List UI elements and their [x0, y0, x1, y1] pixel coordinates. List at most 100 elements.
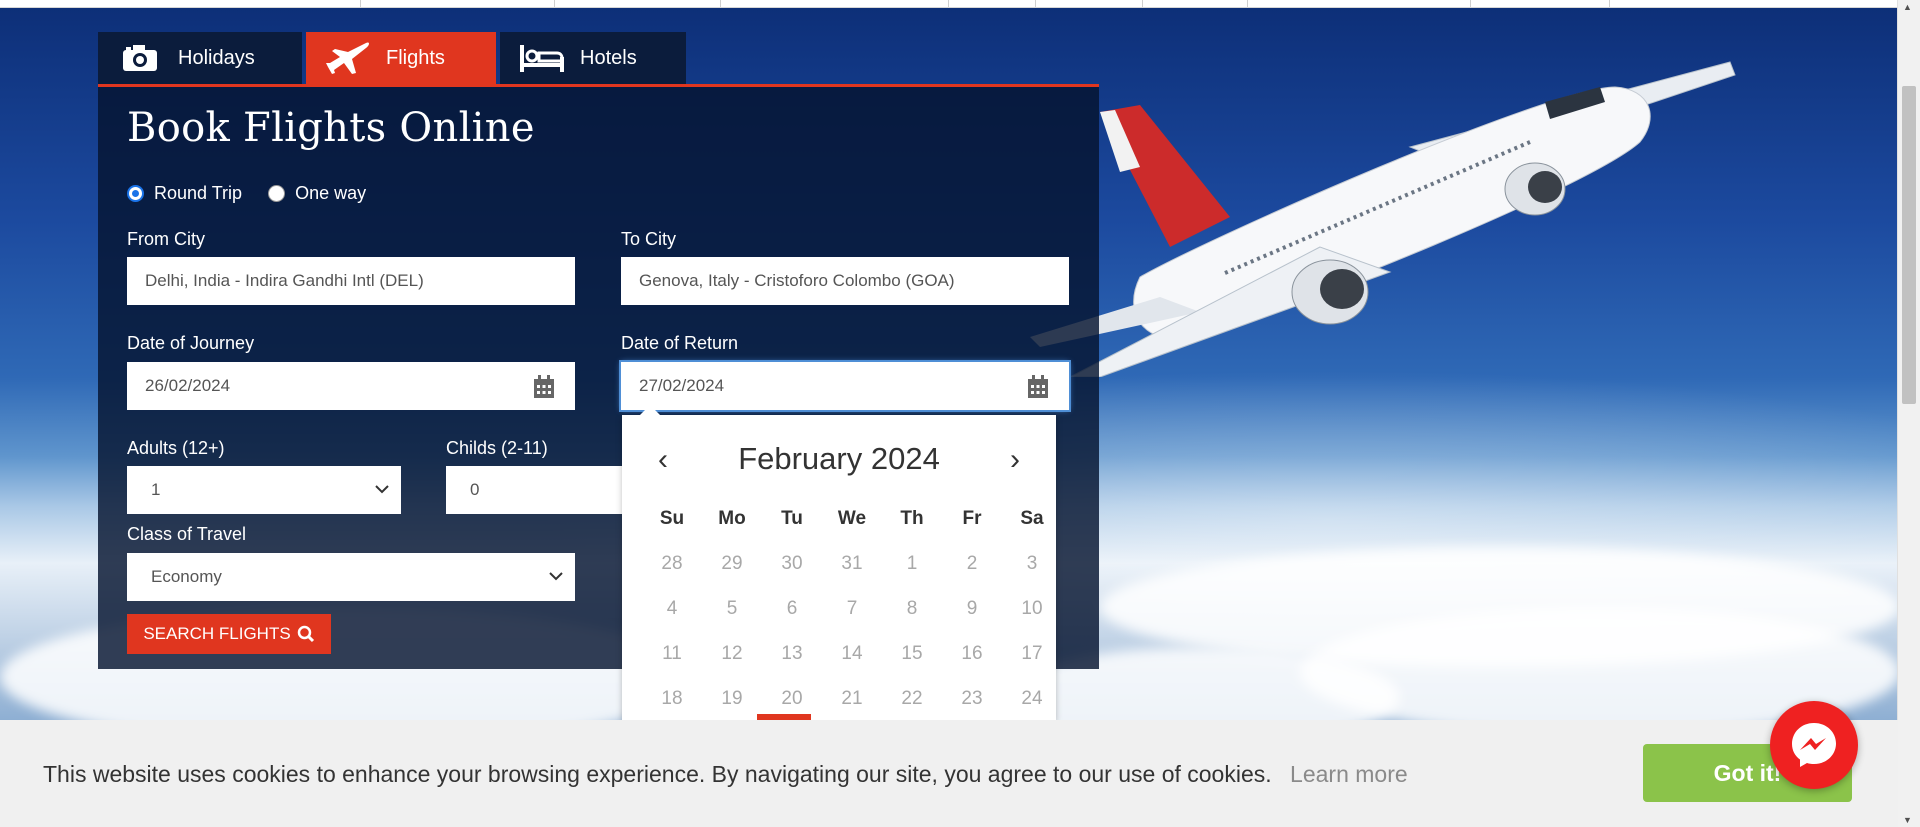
return-date-value: 27/02/2024 — [639, 376, 725, 395]
tab-holidays-label: Holidays — [178, 46, 255, 69]
day-cell[interactable]: 13 — [762, 643, 822, 665]
day-cell[interactable]: 29 — [702, 553, 762, 575]
camera-icon — [116, 43, 164, 73]
round-trip-label[interactable]: Round Trip — [154, 183, 242, 204]
calendar-icon[interactable] — [533, 375, 555, 404]
childs-value: 0 — [470, 480, 480, 499]
day-cell[interactable]: 22 — [882, 688, 942, 710]
week-row: 28 29 30 31 1 2 3 — [642, 541, 1062, 586]
journey-date-value: 26/02/2024 — [145, 376, 231, 395]
search-flights-button[interactable]: SEARCH FLIGHTS — [127, 614, 331, 654]
search-icon — [297, 625, 315, 643]
day-cell[interactable]: 11 — [642, 643, 702, 665]
class-of-travel-label: Class of Travel — [127, 524, 247, 544]
weekday-header-row: Su Mo Tu We Th Fr Sa — [642, 496, 1062, 541]
day-cell[interactable]: 2 — [942, 553, 1002, 575]
day-cell[interactable]: 30 — [762, 553, 822, 575]
journey-date-input[interactable]: 26/02/2024 — [127, 362, 575, 410]
airplane-icon — [324, 41, 372, 75]
day-cell[interactable]: 6 — [762, 598, 822, 620]
week-row: 18 19 20 21 22 23 24 — [642, 676, 1062, 721]
nav-divider — [1035, 0, 1036, 7]
messenger-icon — [1788, 719, 1840, 771]
day-cell[interactable]: 8 — [882, 598, 942, 620]
day-cell[interactable]: 3 — [1002, 553, 1062, 575]
nav-divider — [1609, 0, 1610, 7]
week-row: 4 5 6 7 8 9 10 — [642, 586, 1062, 631]
bed-icon — [518, 43, 566, 73]
chevron-down-icon — [373, 480, 391, 503]
day-cell[interactable]: 10 — [1002, 598, 1062, 620]
day-cell[interactable]: 16 — [942, 643, 1002, 665]
weekday-label: Mo — [718, 507, 746, 529]
class-of-travel-select[interactable]: Economy — [127, 553, 575, 601]
day-cell[interactable]: 14 — [822, 643, 882, 665]
cookie-banner: This website uses cookies to enhance you… — [0, 720, 1898, 827]
airplane-image — [1030, 61, 1736, 377]
top-nav-strip — [0, 0, 1898, 8]
booking-tabs: Holidays Flights Hotels — [98, 32, 690, 84]
nav-divider — [720, 0, 721, 7]
calendar-icon[interactable] — [1027, 375, 1049, 404]
one-way-radio[interactable] — [268, 185, 286, 202]
tab-flights[interactable]: Flights — [306, 32, 496, 84]
day-cell[interactable]: 7 — [822, 598, 882, 620]
nav-divider — [1247, 0, 1248, 7]
to-city-label: To City — [621, 229, 677, 249]
from-city-value: Delhi, India - Indira Gandhi Intl (DEL) — [145, 271, 424, 290]
nav-divider — [1470, 0, 1471, 7]
nav-divider — [948, 0, 949, 7]
learn-more-link[interactable]: Learn more — [1290, 761, 1408, 787]
from-city-input[interactable]: Delhi, India - Indira Gandhi Intl (DEL) — [127, 257, 575, 305]
nav-divider — [360, 0, 361, 7]
scroll-up-arrow-icon[interactable]: ▲ — [1903, 2, 1912, 12]
weekday-label: Fr — [962, 507, 982, 529]
search-flights-label: SEARCH FLIGHTS — [143, 624, 291, 643]
nav-divider — [1142, 0, 1143, 7]
day-cell[interactable]: 12 — [702, 643, 762, 665]
day-cell[interactable]: 19 — [702, 688, 762, 710]
adults-label: Adults (12+) — [127, 438, 225, 458]
day-cell[interactable]: 31 — [822, 553, 882, 575]
day-cell[interactable]: 5 — [702, 598, 762, 620]
tab-flights-label: Flights — [386, 46, 445, 69]
day-cell[interactable]: 23 — [942, 688, 1002, 710]
nav-divider — [554, 0, 555, 7]
to-city-input[interactable]: Genova, Italy - Cristoforo Colombo (GOA) — [621, 257, 1069, 305]
month-title: February 2024 — [738, 441, 940, 476]
cookie-message-text: This website uses cookies to enhance you… — [43, 761, 1272, 787]
trip-type-group: Round Trip One way — [127, 183, 392, 204]
tab-hotels-label: Hotels — [580, 46, 637, 69]
scroll-down-arrow-icon[interactable]: ▼ — [1903, 815, 1912, 825]
day-cell[interactable]: 4 — [642, 598, 702, 620]
weekday-label: Su — [659, 507, 685, 529]
next-month-button[interactable]: › — [1010, 443, 1020, 477]
day-cell[interactable]: 17 — [1002, 643, 1062, 665]
messenger-chat-button[interactable] — [1770, 701, 1858, 789]
datepicker-header: ‹ February 2024 › — [622, 439, 1056, 479]
calendar-grid: Su Mo Tu We Th Fr Sa 28 29 30 31 1 2 3 4… — [642, 496, 1062, 721]
day-cell[interactable]: 20 — [762, 688, 822, 710]
one-way-label[interactable]: One way — [295, 183, 366, 204]
day-cell[interactable]: 15 — [882, 643, 942, 665]
adults-select[interactable]: 1 — [127, 466, 401, 514]
page-scrollbar[interactable]: ▲ ▼ — [1897, 0, 1920, 827]
return-date-input[interactable]: 27/02/2024 — [619, 360, 1071, 412]
scrollbar-thumb[interactable] — [1902, 86, 1916, 404]
day-cell[interactable]: 1 — [882, 553, 942, 575]
from-city-label: From City — [127, 229, 205, 249]
weekday-label: We — [837, 507, 867, 529]
class-of-travel-value: Economy — [151, 567, 222, 586]
page-title: Book Flights Online — [127, 105, 535, 151]
day-cell[interactable]: 24 — [1002, 688, 1062, 710]
day-cell[interactable]: 9 — [942, 598, 1002, 620]
day-cell[interactable]: 18 — [642, 688, 702, 710]
tab-holidays[interactable]: Holidays — [98, 32, 302, 84]
cookie-message: This website uses cookies to enhance you… — [43, 761, 1408, 788]
weekday-label: Th — [900, 507, 924, 529]
day-cell[interactable]: 28 — [642, 553, 702, 575]
datepicker-popup: ‹ February 2024 › Su Mo Tu We Th Fr Sa 2… — [622, 405, 1056, 720]
round-trip-radio[interactable] — [127, 185, 144, 202]
tab-hotels[interactable]: Hotels — [500, 32, 686, 84]
day-cell[interactable]: 21 — [822, 688, 882, 710]
